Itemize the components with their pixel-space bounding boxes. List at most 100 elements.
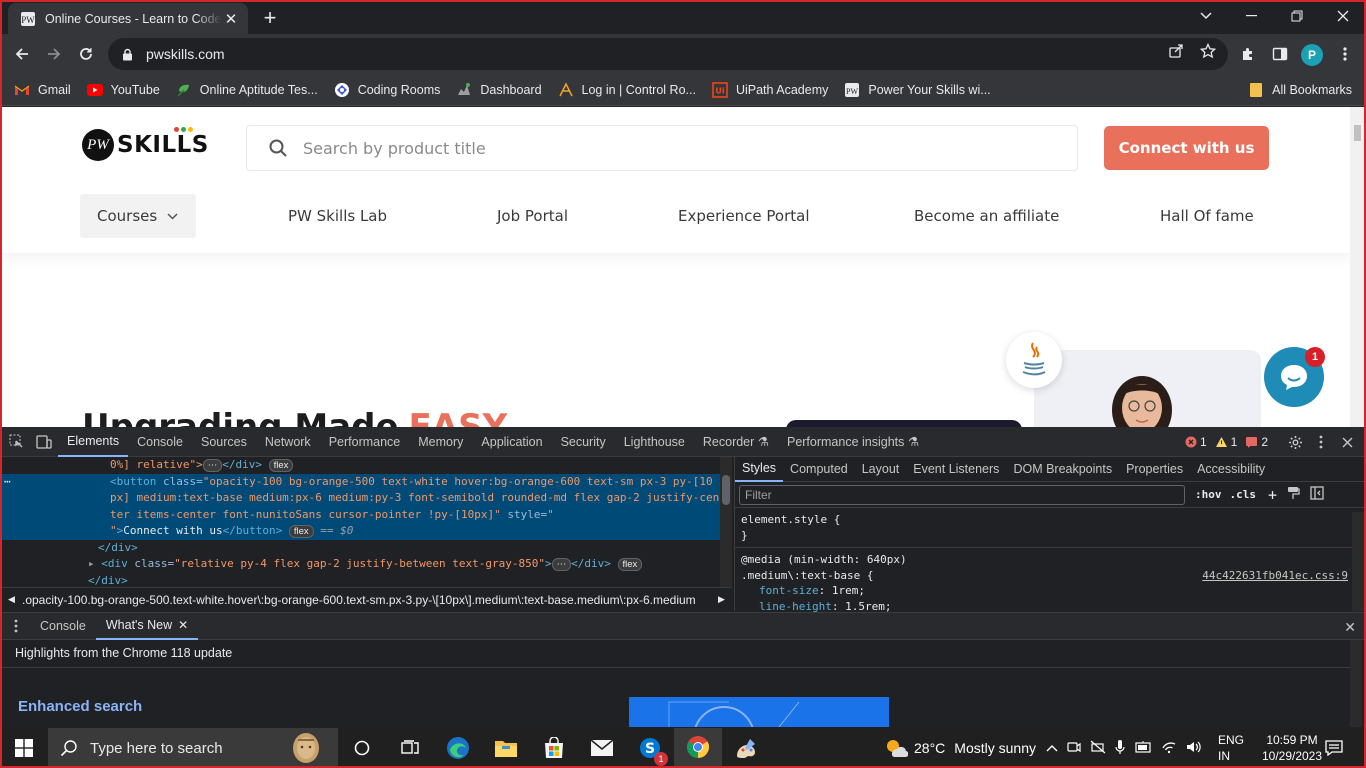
hov-toggle[interactable]: :hov bbox=[1195, 488, 1222, 501]
nav-courses-dropdown[interactable]: Courses bbox=[80, 194, 196, 238]
reload-icon[interactable] bbox=[72, 40, 100, 68]
bookmark-pw-skills[interactable]: PW Power Your Skills wi... bbox=[844, 82, 991, 98]
tab-computed[interactable]: Computed bbox=[783, 457, 855, 482]
camera-icon[interactable] bbox=[1067, 740, 1081, 757]
tab-application[interactable]: Application bbox=[472, 427, 551, 457]
profile-avatar[interactable]: P bbox=[1301, 44, 1323, 66]
settings-gear-icon[interactable] bbox=[1282, 427, 1308, 457]
css-source-link[interactable]: 44c422631fb041ec.css:9 bbox=[1202, 568, 1348, 584]
elements-tree[interactable]: 0%] relative"> ⋯ </div> flex ⋯ <button clas… bbox=[2, 457, 720, 587]
nav-become-affiliate[interactable]: Become an affiliate bbox=[914, 194, 1059, 238]
breadcrumb-right-icon[interactable]: ▶ bbox=[718, 594, 725, 605]
tab-layout[interactable]: Layout bbox=[855, 457, 907, 482]
dom-line[interactable]: ▸ <div class="relative py-4 flex gap-2 j… bbox=[2, 556, 720, 573]
tab-security[interactable]: Security bbox=[552, 427, 615, 457]
task-view-icon[interactable] bbox=[386, 728, 434, 768]
product-search-input[interactable]: Search by product title bbox=[246, 125, 1078, 171]
nav-job-portal[interactable]: Job Portal bbox=[497, 194, 568, 238]
tab-recorder[interactable]: Recorder ⚗ bbox=[694, 427, 778, 457]
drawer-tab-console[interactable]: Console bbox=[30, 612, 96, 640]
drawer-menu-icon[interactable] bbox=[2, 612, 30, 640]
devtools-menu-icon[interactable] bbox=[1308, 427, 1334, 457]
flex-badge[interactable]: flex bbox=[288, 524, 314, 538]
browser-tab[interactable]: PW Online Courses - Learn to Code a ✕ bbox=[8, 3, 248, 34]
weather-widget[interactable]: 28°C Mostly sunny bbox=[884, 728, 1036, 768]
side-panel-icon[interactable] bbox=[1266, 40, 1294, 68]
elements-scrollbar[interactable] bbox=[720, 457, 732, 587]
lock-icon[interactable] bbox=[120, 47, 134, 61]
inspect-element-icon[interactable] bbox=[2, 427, 30, 457]
share-icon[interactable] bbox=[1166, 41, 1186, 61]
css-value[interactable]: 1.5rem; bbox=[845, 600, 891, 613]
tab-search-chevron-icon[interactable] bbox=[1183, 0, 1229, 32]
edge-icon[interactable] bbox=[434, 728, 482, 768]
close-tab-icon[interactable]: ✕ bbox=[178, 618, 188, 632]
search-highlight-figure-icon[interactable] bbox=[288, 731, 324, 768]
tab-close-icon[interactable]: ✕ bbox=[222, 10, 240, 28]
css-property[interactable]: font-size bbox=[759, 584, 819, 597]
css-value[interactable]: 1rem; bbox=[832, 584, 865, 597]
tab-performance[interactable]: Performance bbox=[320, 427, 410, 457]
ellipsis-pill[interactable]: ⋯ bbox=[202, 458, 223, 472]
tab-elements[interactable]: Elements bbox=[58, 427, 129, 457]
bookmark-uipath[interactable]: Ui UiPath Academy bbox=[712, 81, 828, 98]
tab-network[interactable]: Network bbox=[256, 427, 320, 457]
dom-line[interactable]: 0%] relative"> ⋯ </div> flex bbox=[2, 457, 720, 474]
windows-start-icon[interactable] bbox=[0, 728, 48, 768]
tab-accessibility[interactable]: Accessibility bbox=[1190, 457, 1272, 482]
media-style-rule[interactable]: @media (min-width: 640px) .medium\:text-… bbox=[735, 548, 1364, 618]
connect-with-us-button[interactable]: Connect with us bbox=[1104, 126, 1269, 170]
bookmark-coding-rooms[interactable]: Coding Rooms bbox=[334, 82, 440, 98]
tab-performance-insights[interactable]: Performance insights ⚗ bbox=[778, 427, 928, 457]
battery-icon[interactable] bbox=[1134, 740, 1152, 757]
address-bar[interactable]: pwskills.com bbox=[108, 38, 1228, 70]
wifi-icon[interactable] bbox=[1161, 740, 1177, 757]
tab-lighthouse[interactable]: Lighthouse bbox=[615, 427, 694, 457]
paint-app-icon[interactable] bbox=[722, 728, 770, 768]
system-clock[interactable]: 10:59 PM 10/29/2023 bbox=[1254, 732, 1330, 764]
restore-icon[interactable] bbox=[1274, 0, 1320, 32]
new-tab-icon[interactable]: + bbox=[258, 5, 282, 30]
tab-styles[interactable]: Styles bbox=[735, 457, 784, 482]
tab-sources[interactable]: Sources bbox=[192, 427, 256, 457]
close-drawer-icon[interactable]: ✕ bbox=[1344, 613, 1356, 641]
selected-dom-node[interactable]: ⋯ <button class="opacity-100 bg-orange-50… bbox=[2, 473, 720, 540]
element-style-rule[interactable]: element.style { } bbox=[735, 508, 1364, 548]
network-offline-icon[interactable] bbox=[1090, 740, 1106, 757]
nav-experience-portal[interactable]: Experience Portal bbox=[678, 194, 810, 238]
paint-roller-icon[interactable] bbox=[1287, 486, 1300, 503]
bookmark-control-room[interactable]: Log in | Control Ro... bbox=[558, 81, 696, 98]
flex-badge[interactable]: flex bbox=[617, 557, 643, 571]
computed-sidebar-icon[interactable] bbox=[1310, 486, 1324, 503]
tab-dom-breakpoints[interactable]: DOM Breakpoints bbox=[1006, 457, 1119, 482]
notification-center-icon[interactable] bbox=[1320, 728, 1348, 768]
extensions-puzzle-icon[interactable] bbox=[1234, 40, 1262, 68]
css-property[interactable]: line-height bbox=[759, 600, 832, 613]
tab-properties[interactable]: Properties bbox=[1119, 457, 1190, 482]
minimize-icon[interactable] bbox=[1228, 0, 1274, 32]
skype-icon[interactable]: S 1 bbox=[626, 728, 674, 768]
mail-icon[interactable] bbox=[578, 728, 626, 768]
drawer-scrollbar[interactable] bbox=[1350, 640, 1362, 727]
node-actions-icon[interactable]: ⋯ bbox=[4, 474, 11, 491]
whats-new-heading[interactable]: Enhanced search bbox=[18, 698, 142, 715]
microphone-icon[interactable] bbox=[1115, 739, 1125, 758]
chrome-icon[interactable] bbox=[674, 728, 722, 768]
bookmark-youtube[interactable]: YouTube bbox=[86, 82, 160, 98]
microsoft-store-icon[interactable] bbox=[530, 728, 578, 768]
close-devtools-icon[interactable] bbox=[1334, 427, 1360, 457]
bookmark-gmail[interactable]: Gmail bbox=[14, 82, 71, 98]
volume-icon[interactable] bbox=[1186, 740, 1202, 757]
flex-badge[interactable]: flex bbox=[268, 458, 294, 472]
tab-event-listeners[interactable]: Event Listeners bbox=[906, 457, 1006, 482]
taskbar-search-box[interactable]: Type here to search bbox=[48, 728, 338, 768]
all-bookmarks[interactable]: All Bookmarks bbox=[1248, 74, 1352, 106]
new-style-rule-icon[interactable]: + bbox=[1268, 486, 1277, 504]
drawer-tab-whats-new[interactable]: What's New ✕ bbox=[95, 612, 199, 640]
tab-console[interactable]: Console bbox=[128, 427, 192, 457]
page-scrollbar[interactable] bbox=[1350, 107, 1364, 427]
bookmark-aptitude[interactable]: Online Aptitude Tes... bbox=[176, 82, 318, 98]
nav-hall-of-fame[interactable]: Hall Of fame bbox=[1160, 194, 1254, 238]
styles-filter-input[interactable]: Filter bbox=[739, 484, 1185, 505]
close-window-icon[interactable] bbox=[1320, 0, 1366, 32]
